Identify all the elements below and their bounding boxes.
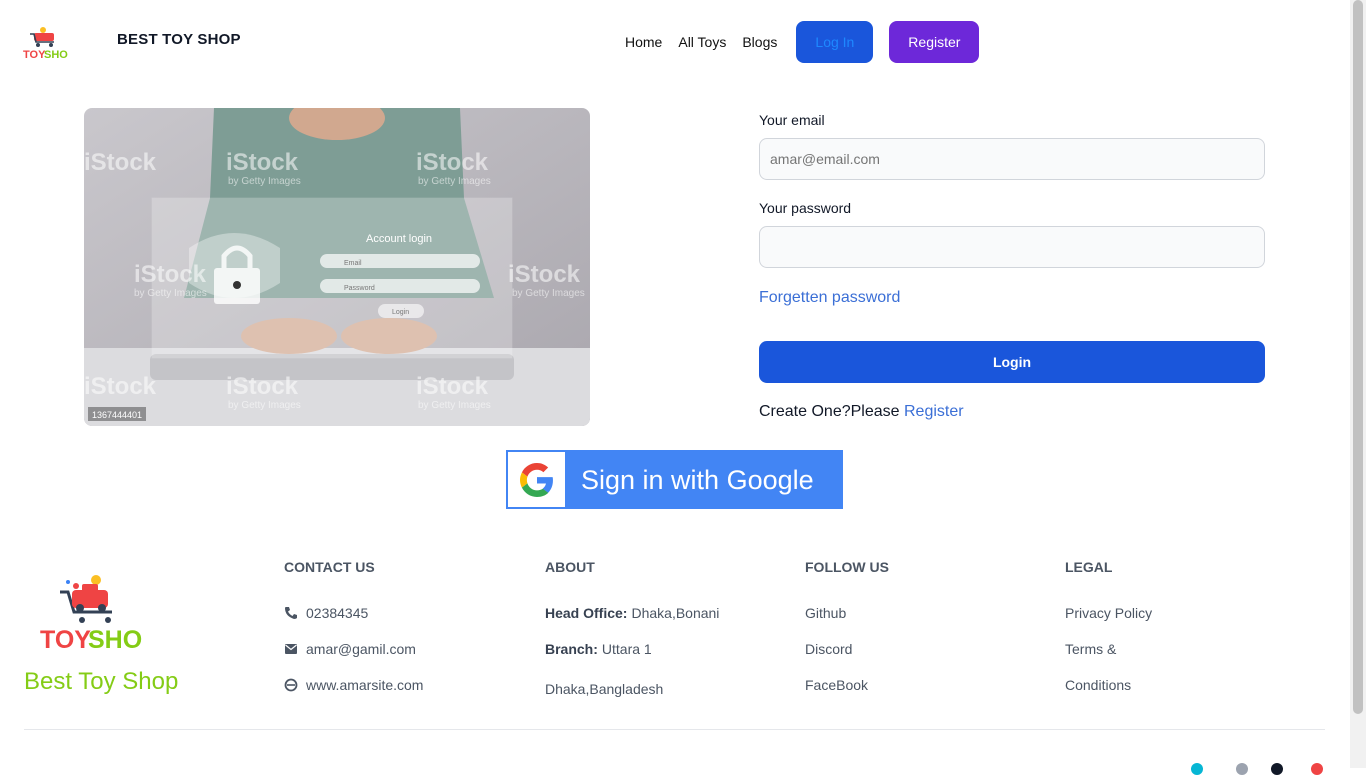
footer-contact: CONTACT US 02384345 amar@gamil.com www.a… [284,559,423,713]
toyshop-logo[interactable]: TOY SHOP [22,24,68,64]
watermark-text: iStock [508,261,581,288]
about-head-office: Head Office: Dhaka,Bonani [545,605,719,641]
stock-id: 1367444401 [92,410,142,420]
main-nav: Home All Toys Blogs Log In Register [625,21,980,63]
watermark-subtext: by Getty Images [228,176,301,187]
footer-follow: FOLLOW US Github Discord FaceBook [805,559,889,713]
browser-icon [284,678,298,692]
page-scrollbar[interactable] [1350,0,1366,768]
google-icon [519,462,553,497]
google-icon-box [508,452,565,507]
contact-phone: 02384345 [284,605,423,641]
contact-email-value: amar@gamil.com [306,641,416,657]
svg-text:TOY: TOY [23,49,46,61]
follow-github-link[interactable]: Github [805,605,846,621]
nav-home[interactable]: Home [625,34,662,50]
login-nav-button[interactable]: Log In [796,21,874,63]
register-prompt-text: Create One?Please [759,403,904,420]
nav-all-toys[interactable]: All Toys [678,34,726,50]
svg-text:TOY: TOY [40,626,91,652]
nav-blogs[interactable]: Blogs [742,34,777,50]
about-branch: Branch: Uttara 1 [545,641,719,677]
google-signin-label: Sign in with Google [581,465,814,495]
follow-facebook-link[interactable]: FaceBook [805,677,868,693]
contact-heading: CONTACT US [284,559,375,575]
head-office-value: Dhaka,Bonani [631,605,720,621]
watermark-subtext: by Getty Images [228,400,301,411]
hero-panel-title: Account login [366,233,432,245]
watermark-subtext: by Getty Images [418,400,491,411]
about-country: Dhaka,Bangladesh [545,681,719,717]
footer-about: ABOUT Head Office: Dhaka,Bonani Branch: … [545,559,719,717]
watermark-text: iStock [416,373,489,400]
watermark-subtext: by Getty Images [418,176,491,187]
brand-title: BEST TOY SHOP [117,31,241,48]
password-label: Your password [759,200,852,216]
contact-site-value: www.amarsite.com [306,677,424,693]
phone-icon [285,607,297,619]
footer-legal: LEGAL Privacy Policy Terms & Conditions [1065,559,1152,713]
register-nav-button[interactable]: Register [889,21,980,63]
watermark-text: iStock [84,373,157,400]
legal-heading: LEGAL [1065,559,1113,575]
footer-logo: TOY SHOP [40,575,142,652]
svg-text:SHOP: SHOP [88,626,142,652]
register-link[interactable]: Register [904,403,964,420]
login-illustration-art: Account login Email Password Login iStoc… [84,108,590,426]
contact-phone-value: 02384345 [306,605,369,621]
hero-password-hint: Password [344,285,375,292]
password-field[interactable] [759,226,1265,268]
social-icon[interactable] [1191,763,1203,775]
footer-tagline: Best Toy Shop [24,668,179,695]
forgot-password-link[interactable]: Forgetten password [759,289,900,307]
branch-value: Uttara 1 [601,641,652,657]
mail-icon [285,644,297,654]
email-label: Your email [759,112,825,128]
watermark-text: iStock [416,149,489,176]
watermark-subtext: by Getty Images [134,288,207,299]
login-form: Your email Your password Forgetten passw… [759,112,1265,421]
head-office-label: Head Office: [545,605,628,621]
login-illustration: Account login Email Password Login iStoc… [84,108,590,426]
watermark-subtext: by Getty Images [512,288,585,299]
follow-heading: FOLLOW US [805,559,889,575]
footer-divider [24,729,1325,730]
follow-discord-link[interactable]: Discord [805,641,852,657]
email-field[interactable] [759,138,1265,180]
hero-button-hint: Login [392,309,409,316]
conditions-link[interactable]: Conditions [1065,677,1131,693]
scrollbar-thumb[interactable] [1353,0,1363,714]
login-submit-button[interactable]: Login [759,341,1265,383]
about-heading: ABOUT [545,559,595,575]
social-icon[interactable] [1271,763,1283,775]
watermark-text: iStock [134,261,207,288]
google-signin-button[interactable]: Sign in with Google [506,450,843,509]
svg-text:SHOP: SHOP [44,49,68,61]
country-value: Dhaka,Bangladesh [545,681,664,697]
social-icon[interactable] [1311,763,1323,775]
social-icon[interactable] [1236,763,1248,775]
hero-email-hint: Email [344,260,362,267]
branch-label: Branch: [545,641,598,657]
terms-link[interactable]: Terms & [1065,641,1116,657]
contact-site: www.amarsite.com [284,677,423,713]
contact-email: amar@gamil.com [284,641,423,677]
watermark-text: iStock [84,149,157,176]
privacy-policy-link[interactable]: Privacy Policy [1065,605,1152,621]
watermark-text: iStock [226,149,299,176]
watermark-text: iStock [226,373,299,400]
register-prompt: Create One?Please Register [759,403,1265,421]
